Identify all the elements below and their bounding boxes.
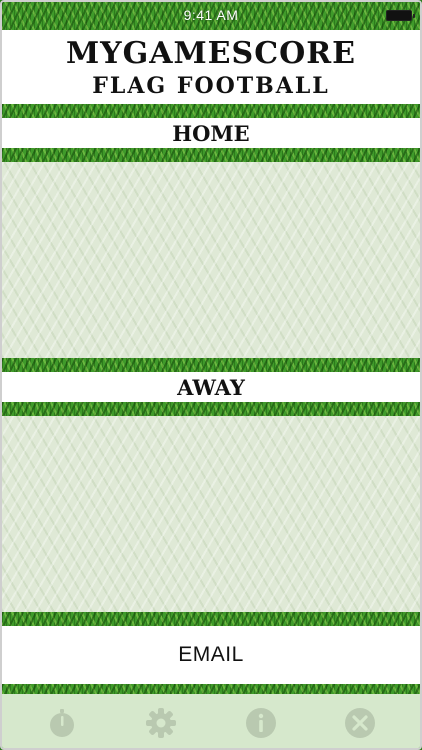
tab-settings[interactable]: [143, 705, 179, 741]
grass-strip-bottom: [2, 684, 420, 694]
grass-strip: [2, 402, 420, 416]
home-header: HOME: [2, 118, 420, 148]
status-time: 9:41 AM: [183, 7, 239, 23]
email-button[interactable]: EMAIL: [2, 626, 420, 684]
grass-strip: [2, 104, 420, 118]
app-title: MYGAMESCORE: [65, 35, 357, 71]
tab-close[interactable]: [342, 705, 378, 741]
app-subtitle: FLAG FOOTBALL: [92, 72, 330, 99]
away-team-area[interactable]: [2, 416, 420, 612]
home-team-area[interactable]: [2, 162, 420, 358]
grass-strip: [2, 612, 420, 626]
tab-bar: [2, 694, 420, 748]
header: MYGAMESCORE FLAG FOOTBALL: [2, 30, 420, 104]
close-icon: [345, 708, 376, 738]
away-header: AWAY: [2, 372, 420, 402]
grass-strip: [2, 148, 420, 162]
email-button-label: EMAIL: [178, 643, 244, 666]
stopwatch-icon: [49, 709, 74, 737]
status-bar: 9:41 AM: [2, 2, 420, 28]
app-screen: 9:41 AM MYGAMESCORE FLAG FOOTBALL HOME A…: [0, 0, 422, 750]
info-icon: [245, 708, 276, 738]
home-label: HOME: [172, 120, 250, 146]
gear-icon: [146, 708, 177, 738]
away-label: AWAY: [177, 374, 245, 400]
battery-icon: [386, 10, 415, 21]
tab-info[interactable]: [243, 705, 279, 741]
grass-strip: [2, 358, 420, 372]
tab-stopwatch[interactable]: [44, 705, 80, 741]
